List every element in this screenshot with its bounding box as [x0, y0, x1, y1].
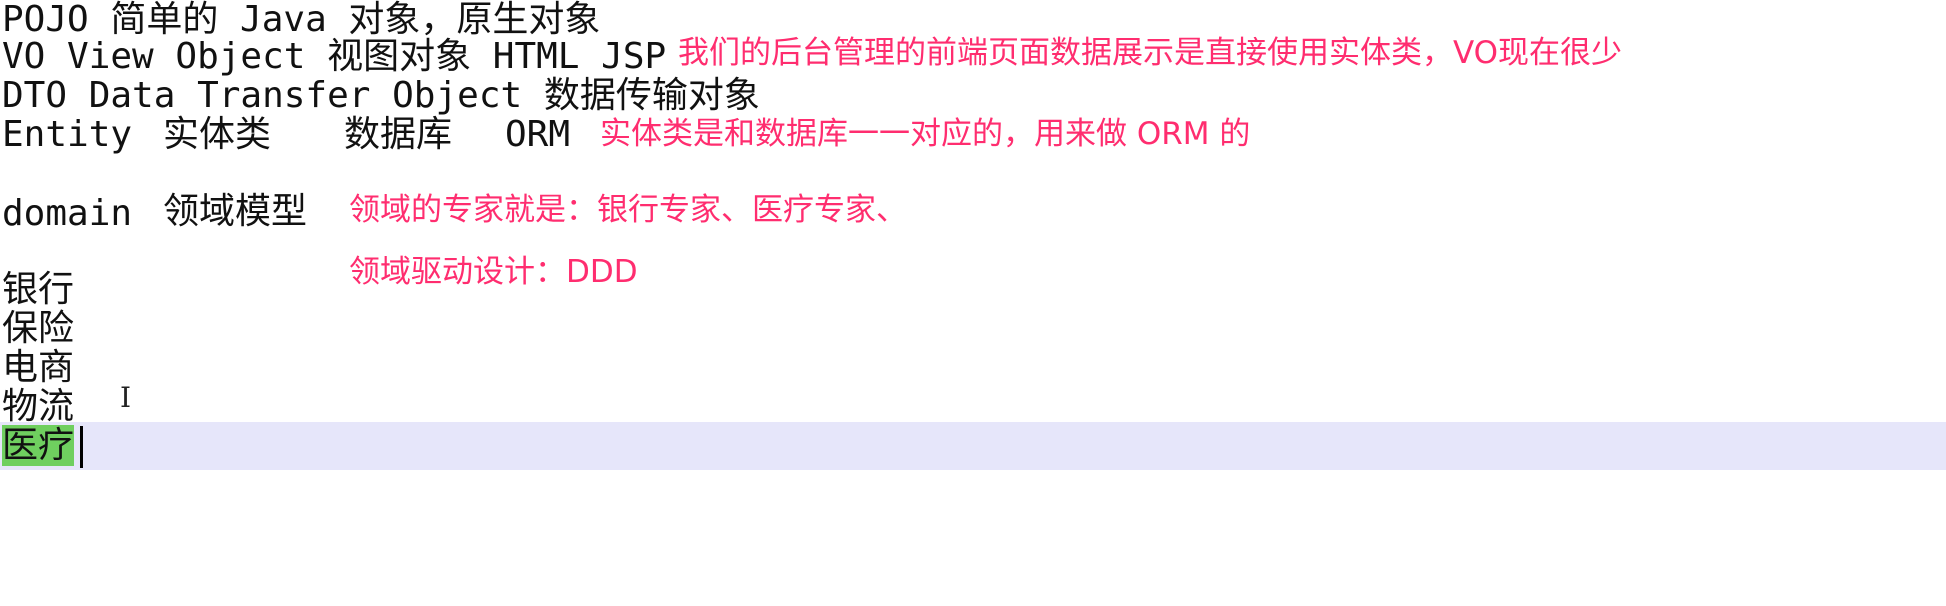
- industry-medical-selected[interactable]: 医疗: [2, 425, 75, 466]
- entity-db: 数据库: [344, 114, 453, 155]
- ddd-annotation: 领域驱动设计：DDD: [349, 254, 638, 290]
- domain-cn: 领域模型: [163, 191, 308, 232]
- vo-annotation: 我们的后台管理的前端页面数据展示是直接使用实体类，VO现在很少: [678, 35, 1623, 71]
- text-cursor-icon: I: [120, 381, 132, 414]
- entity-orm-wrap: ORM: [505, 111, 570, 159]
- entity-cn: 实体类: [163, 114, 272, 155]
- vo-code: VO View Object 视图对象 HTML JSP: [2, 36, 667, 77]
- text-editor[interactable]: POJO 简单的 Java 对象，原生对象 VO View Object 视图对…: [0, 0, 1946, 606]
- entity-orm: ORM: [505, 114, 571, 155]
- line-entity: Entity: [2, 111, 132, 159]
- entity-annotation: 实体类是和数据库一一对应的，用来做 ORM 的: [600, 116, 1251, 152]
- industry-ecommerce: 电商: [2, 347, 75, 388]
- text-caret: [80, 426, 83, 468]
- domain-term: domain: [2, 193, 133, 234]
- domain-annotation: 领域的专家就是：银行专家、医疗专家、: [349, 192, 907, 228]
- entity-db-wrap: 数据库: [344, 111, 452, 159]
- industry-line-4[interactable]: 医疗: [2, 422, 75, 470]
- domain-cn-wrap: 领域模型: [163, 188, 307, 236]
- entity-term: Entity: [2, 114, 133, 155]
- entity-cn-wrap: 实体类: [163, 111, 271, 159]
- current-line-highlight: [0, 422, 1946, 470]
- line-domain: domain: [2, 190, 132, 238]
- industry-insurance: 保险: [2, 308, 75, 349]
- dto-code: DTO Data Transfer Object 数据传输对象: [2, 75, 760, 116]
- industry-bank: 银行: [2, 269, 75, 310]
- industry-logistics: 物流: [2, 386, 75, 427]
